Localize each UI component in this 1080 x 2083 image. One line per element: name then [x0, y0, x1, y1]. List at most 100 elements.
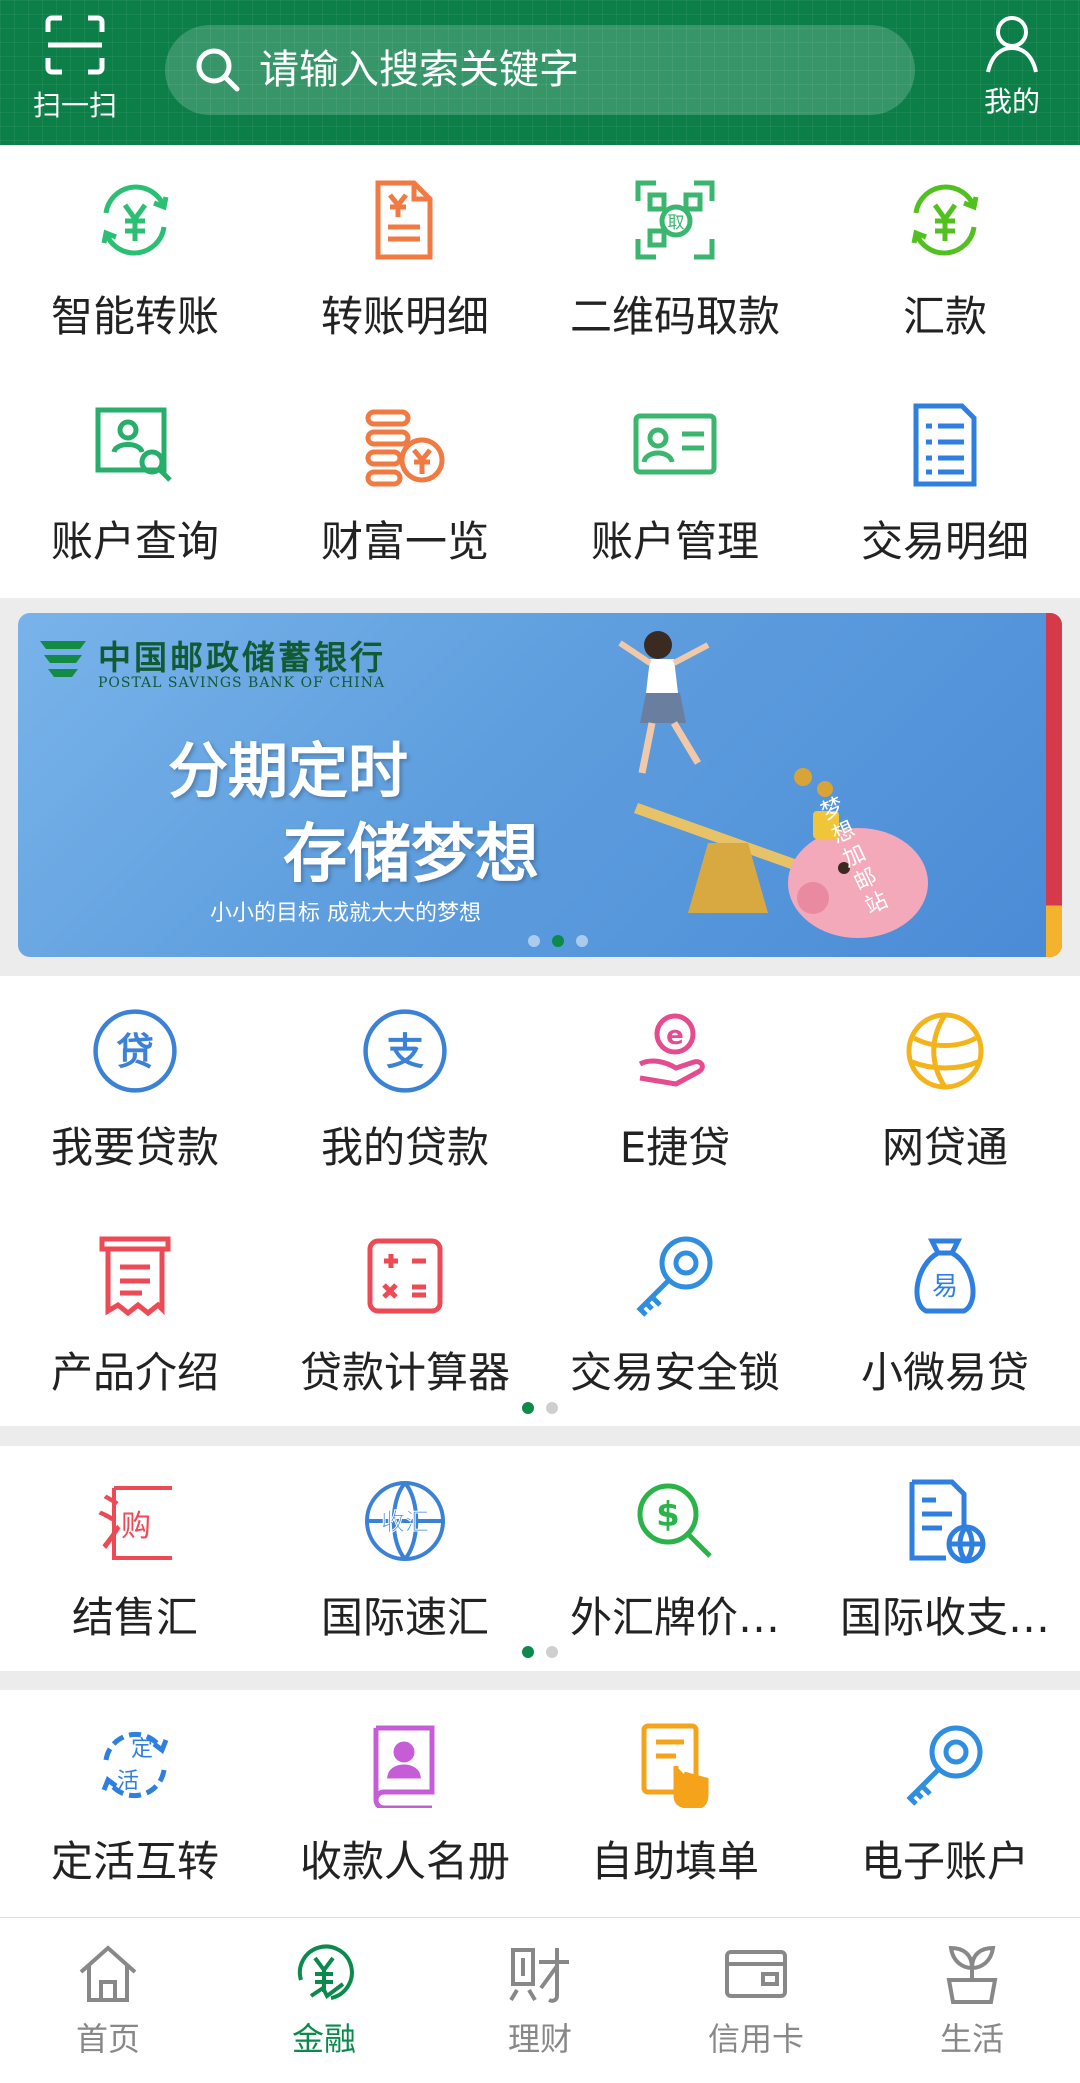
- banner-headline-2: 存储梦想: [283, 818, 539, 892]
- fx-services: 氵 购 结售汇 收汇 国际速汇 $ 外汇牌价… 国际收支…: [0, 1446, 1080, 1671]
- service-label: 国际速汇: [320, 1593, 489, 1642]
- service-label: 交易安全锁: [569, 1348, 780, 1397]
- home-icon: [79, 1945, 137, 2002]
- life-icon: [946, 1945, 998, 2004]
- service-label: 智能转账: [50, 292, 219, 341]
- service-fx-settlement[interactable]: 氵 购 结售汇: [0, 1446, 270, 1671]
- transfer-detail-icon: [375, 180, 433, 260]
- banner-edge-stripe: [1046, 613, 1062, 957]
- service-smart-transfer[interactable]: 智能转账: [0, 145, 270, 370]
- seesaw-piggy-illustration: [634, 768, 928, 938]
- tab-label: 理财: [507, 2020, 572, 2058]
- service-e-loan[interactable]: e E捷贷: [540, 976, 810, 1201]
- scan-label: 扫一扫: [32, 89, 117, 122]
- pager-dot[interactable]: [576, 935, 588, 947]
- self-fill-icon: [641, 1723, 709, 1808]
- search-input[interactable]: [259, 47, 899, 93]
- svg-text:$: $: [656, 1495, 680, 1535]
- wealth-overview-icon: [365, 409, 445, 487]
- loan-pager: [0, 1402, 1080, 1414]
- tab-home[interactable]: 首页: [0, 1918, 216, 2083]
- bank-name-en: POSTAL SAVINGS BANK OF CHINA: [98, 675, 386, 691]
- tab-wealth[interactable]: 理财: [432, 1918, 648, 2083]
- pager-dot-active[interactable]: [552, 935, 564, 947]
- service-micro-loan[interactable]: 易 小微易贷: [810, 1201, 1080, 1426]
- tab-label: 生活: [939, 2020, 1004, 2058]
- tab-label: 信用卡: [707, 2020, 804, 2058]
- quick-services: 智能转账 转账明细 取 二维码取款 汇款 账户查询 财富一览 账户管理 交易明细: [0, 145, 1080, 598]
- svg-text:易: 易: [932, 1272, 958, 1302]
- service-label: 国际收支…: [839, 1593, 1050, 1642]
- svg-text:取: 取: [668, 213, 685, 233]
- tab-life[interactable]: 生活: [864, 1918, 1080, 2083]
- service-wealth-overview[interactable]: 财富一览: [270, 370, 540, 595]
- service-fx-rate[interactable]: $ 外汇牌价…: [540, 1446, 810, 1671]
- service-label: 外汇牌价…: [569, 1593, 780, 1642]
- service-transfer-detail[interactable]: 转账明细: [270, 145, 540, 370]
- service-label: 二维码取款: [569, 292, 780, 341]
- banner-slogan: 小小的目标 成就大大的梦想: [210, 901, 481, 926]
- service-label: 账户查询: [50, 517, 219, 566]
- my-loan-icon: 支: [363, 1009, 447, 1093]
- service-qr-withdraw[interactable]: 取 二维码取款: [540, 145, 810, 370]
- service-security-lock[interactable]: 交易安全锁: [540, 1201, 810, 1426]
- other-services: 定 活 定活互转 收款人名册 自助填单 电子账户: [0, 1690, 1080, 1917]
- tab-finance[interactable]: 金融: [216, 1918, 432, 2083]
- credit-card-icon: [725, 1950, 787, 1998]
- svg-text:活: 活: [117, 1769, 139, 1794]
- intl-remit-icon: 收汇: [365, 1481, 445, 1561]
- scan-button[interactable]: 扫一扫: [20, 10, 130, 130]
- service-label: 账户管理: [590, 517, 759, 566]
- service-intl-remit[interactable]: 收汇 国际速汇: [270, 1446, 540, 1671]
- service-intl-balance[interactable]: 国际收支…: [810, 1446, 1080, 1671]
- online-loan-icon: [906, 1012, 984, 1090]
- pager-dot[interactable]: [546, 1646, 558, 1658]
- service-transaction-detail[interactable]: 交易明细: [810, 370, 1080, 595]
- e-account-icon: [906, 1725, 983, 1806]
- service-label: 结售汇: [71, 1593, 198, 1642]
- svg-text:e: e: [666, 1021, 684, 1051]
- svg-text:收汇: 收汇: [381, 1508, 429, 1536]
- bank-logo-icon: [40, 641, 86, 677]
- pager-dot-active[interactable]: [522, 1402, 534, 1414]
- top-header: 扫一扫 我的: [0, 0, 1080, 145]
- svg-text:购: 购: [121, 1509, 151, 1544]
- service-payee-book[interactable]: 收款人名册: [270, 1690, 540, 1915]
- service-fixed-demand[interactable]: 定 活 定活互转: [0, 1690, 270, 1915]
- pager-dot[interactable]: [528, 935, 540, 947]
- micro-loan-icon: 易: [914, 1238, 976, 1314]
- service-e-account[interactable]: 电子账户: [810, 1690, 1080, 1915]
- banner-headline-1: 分期定时: [168, 737, 408, 807]
- loan-calculator-icon: [367, 1238, 443, 1314]
- banner-area: 中国邮政储蓄银行 POSTAL SAVINGS BANK OF CHINA 分期…: [0, 598, 1080, 976]
- search-icon: [196, 48, 240, 92]
- service-account-query[interactable]: 账户查询: [0, 370, 270, 595]
- service-loan-calculator[interactable]: 贷款计算器: [270, 1201, 540, 1426]
- pager-dot[interactable]: [546, 1402, 558, 1414]
- service-label: 转账明细: [320, 292, 489, 341]
- mine-button[interactable]: 我的: [962, 12, 1062, 132]
- fx-pager: [0, 1646, 1080, 1658]
- service-remittance[interactable]: 汇款: [810, 145, 1080, 370]
- service-loan-apply[interactable]: 贷 我要贷款: [0, 976, 270, 1201]
- banner-pager: [18, 935, 1062, 947]
- pager-dot-active[interactable]: [522, 1646, 534, 1658]
- tab-credit-card[interactable]: 信用卡: [648, 1918, 864, 2083]
- promo-banner[interactable]: 中国邮政储蓄银行 POSTAL SAVINGS BANK OF CHINA 分期…: [18, 613, 1062, 957]
- loan-services: 贷 我要贷款 支 我的贷款 e E捷贷 网贷通 产品介绍 贷款计算器 交易安全锁…: [0, 976, 1080, 1426]
- tab-label: 首页: [75, 2020, 140, 2058]
- scan-icon: [45, 15, 105, 75]
- service-account-manage[interactable]: 账户管理: [540, 370, 810, 595]
- mine-label: 我的: [983, 85, 1040, 118]
- search-bar[interactable]: [165, 25, 915, 115]
- account-query-icon: [95, 407, 172, 482]
- service-self-fill[interactable]: 自助填单: [540, 1690, 810, 1915]
- finance-icon: [297, 1944, 354, 2000]
- service-product-intro[interactable]: 产品介绍: [0, 1201, 270, 1426]
- service-my-loan[interactable]: 支 我的贷款: [270, 976, 540, 1201]
- remittance-icon: [911, 184, 979, 256]
- service-label: 定活互转: [50, 1837, 219, 1886]
- service-online-loan[interactable]: 网贷通: [810, 976, 1080, 1201]
- intl-balance-icon: [909, 1479, 986, 1564]
- service-label: 收款人名册: [299, 1837, 510, 1886]
